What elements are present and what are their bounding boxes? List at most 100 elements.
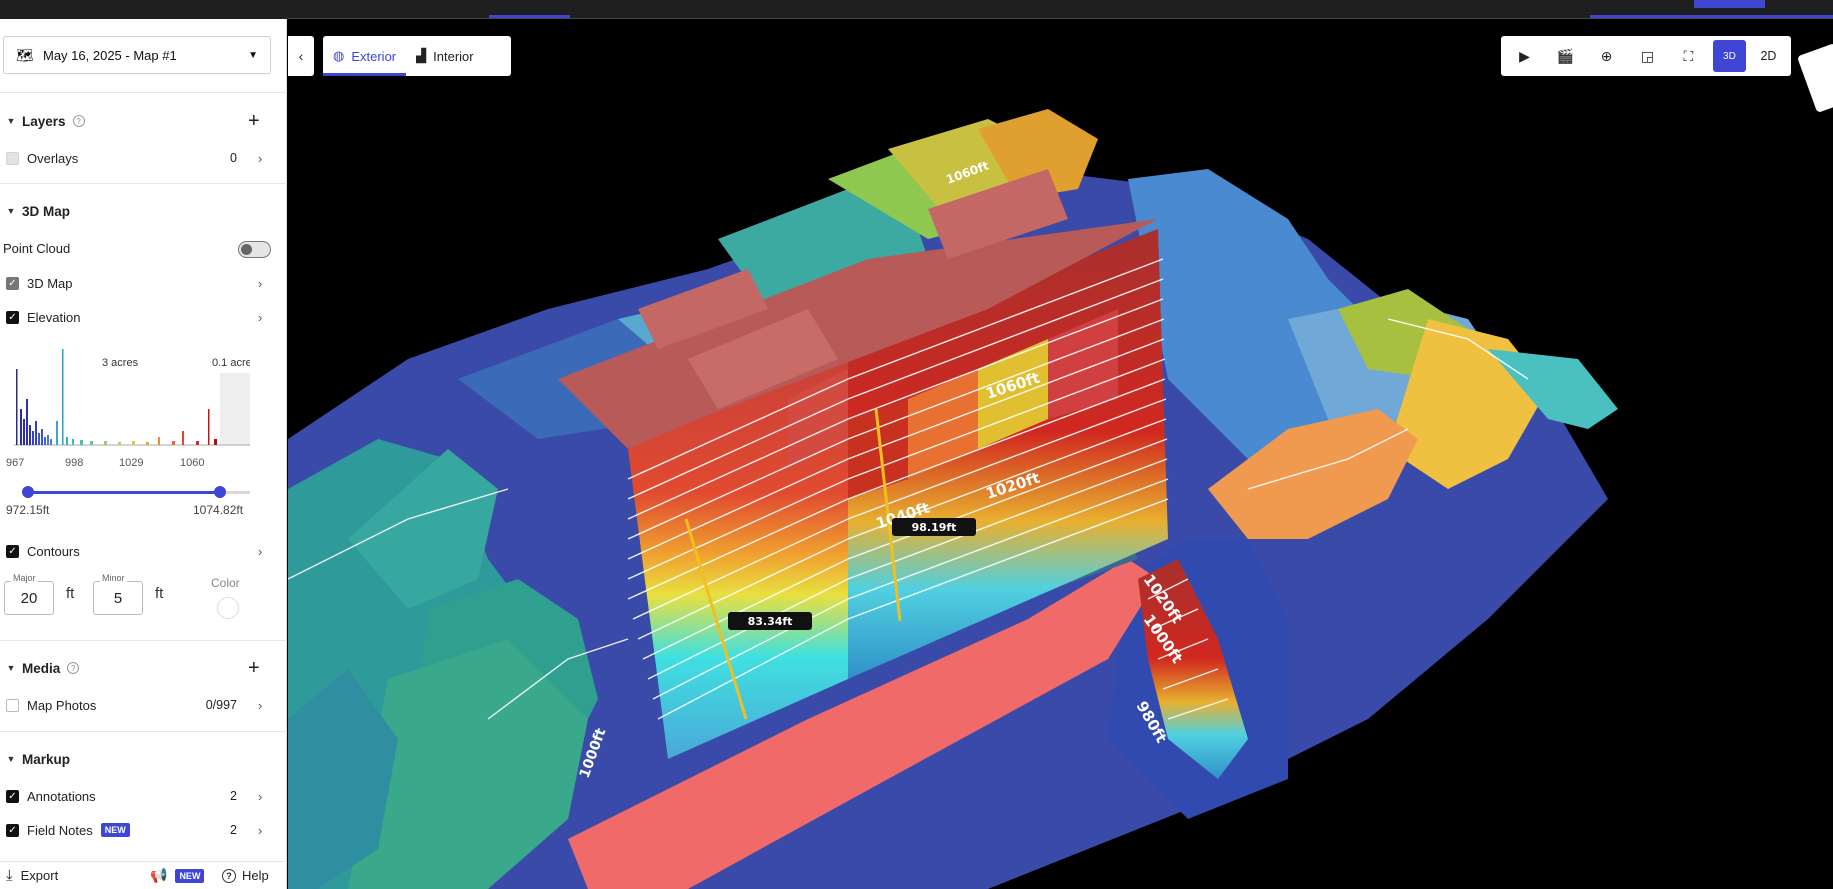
elevation-checkbox[interactable]: ✓ bbox=[6, 310, 19, 324]
elevation-range-min-value: 972.15ft bbox=[6, 503, 50, 517]
map-3d-render[interactable]: 1060ft 1020ft 1040ft 1020ft 1000ft 980ft… bbox=[288, 19, 1833, 889]
histogram-tick: 1060 bbox=[180, 457, 205, 469]
layers-section-header[interactable]: ▼ Layers ? + bbox=[0, 109, 287, 133]
tab-exterior[interactable]: ◍ Exterior bbox=[323, 36, 407, 76]
histogram-tick: 967 bbox=[6, 457, 25, 469]
divider bbox=[0, 731, 287, 732]
point-cloud-toggle[interactable] bbox=[238, 241, 271, 258]
play-button[interactable]: ▶ bbox=[1508, 40, 1541, 72]
major-interval-input[interactable]: Major 20 bbox=[4, 572, 54, 615]
contours-checkbox[interactable]: ✓ bbox=[6, 544, 19, 558]
mode-2d-button[interactable]: 2D bbox=[1754, 40, 1783, 72]
map-photos-label: Map Photos bbox=[27, 697, 97, 713]
minor-interval-input[interactable]: Minor 5 bbox=[93, 572, 143, 615]
chevron-right-icon[interactable]: › bbox=[258, 823, 262, 838]
contour-color-label: Color bbox=[211, 576, 240, 590]
elevation-range-min-handle[interactable] bbox=[22, 486, 34, 498]
globe-icon: ◍ bbox=[333, 48, 345, 63]
clapperboard-icon: 🎬 bbox=[1556, 47, 1575, 64]
contours-row[interactable]: ✓ Contours › bbox=[0, 539, 287, 563]
annotations-count: 2 bbox=[230, 789, 237, 803]
add-layer-button[interactable]: + bbox=[248, 111, 260, 131]
tab-exterior-label: Exterior bbox=[351, 48, 397, 64]
overlays-label: Overlays bbox=[27, 150, 79, 166]
sidebar-footer: ⤓ Export 📢 NEW ? Help bbox=[0, 861, 287, 889]
mode-3d-button[interactable]: 3D bbox=[1712, 40, 1746, 72]
overlays-count: 0 bbox=[230, 151, 237, 165]
layers-title: Layers bbox=[22, 113, 66, 129]
viewer-toolbar: ▶ 🎬 ⊕ ◲ ⛶ 3D 2D bbox=[1501, 36, 1791, 76]
help-button[interactable]: ? Help bbox=[222, 868, 269, 883]
overlays-row[interactable]: Overlays 0 › bbox=[0, 146, 287, 170]
media-section-header[interactable]: ▼ Media ? + bbox=[0, 656, 287, 680]
picture-in-picture-icon: ◲ bbox=[1640, 47, 1655, 64]
video-button[interactable]: 🎬 bbox=[1549, 40, 1582, 72]
help-circle-icon[interactable]: ? bbox=[67, 662, 80, 674]
major-unit-label: ft bbox=[66, 585, 75, 602]
mode-3d-label: 3D bbox=[1723, 50, 1736, 62]
measurement-label-b[interactable]: 98.19ft bbox=[892, 518, 976, 536]
map3d-section-header[interactable]: ▼ 3D Map bbox=[0, 199, 287, 223]
megaphone-icon: 📢 bbox=[150, 867, 168, 883]
map-photos-count: 0/997 bbox=[205, 698, 237, 712]
collapse-triangle-icon: ▼ bbox=[6, 206, 16, 216]
chevron-down-icon: ▼ bbox=[248, 49, 258, 61]
fullscreen-icon: ⛶ bbox=[1683, 47, 1694, 64]
map3d-title: 3D Map bbox=[22, 203, 71, 219]
histogram-tick: 1029 bbox=[119, 457, 144, 469]
elevation-row[interactable]: ✓ Elevation › bbox=[0, 305, 287, 329]
measurement-label-a[interactable]: 83.34ft bbox=[728, 612, 812, 630]
annotations-row[interactable]: ✓ Annotations 2 › bbox=[0, 784, 287, 808]
chevron-right-icon[interactable]: › bbox=[258, 698, 262, 713]
elevation-range-max-handle[interactable] bbox=[214, 486, 226, 498]
collapse-triangle-icon: ▼ bbox=[6, 116, 16, 126]
tab-interior[interactable]: ▟ Interior bbox=[406, 36, 483, 76]
picture-in-picture-button[interactable]: ◲ bbox=[1631, 40, 1664, 72]
divider bbox=[0, 92, 287, 93]
collapse-sidebar-button[interactable]: ‹ bbox=[288, 36, 314, 76]
announcements-button[interactable]: 📢 NEW bbox=[150, 867, 205, 884]
major-interval-value: 20 bbox=[20, 590, 38, 607]
minor-unit-label: ft bbox=[155, 585, 164, 602]
major-interval-caption: Major bbox=[11, 572, 38, 584]
chevron-right-icon[interactable]: › bbox=[258, 544, 262, 559]
help-circle-icon[interactable]: ? bbox=[72, 115, 85, 127]
fullscreen-button[interactable]: ⛶ bbox=[1672, 40, 1705, 72]
map-photos-checkbox[interactable] bbox=[6, 698, 19, 712]
help-label: Help bbox=[242, 868, 269, 883]
add-media-button[interactable]: + bbox=[248, 658, 260, 678]
map-3d-viewport[interactable]: 1060ft 1020ft 1040ft 1020ft 1000ft 980ft… bbox=[288, 19, 1833, 889]
elevation-label: Elevation bbox=[27, 309, 81, 325]
elevation-histogram: 3 acres 0.1 acre bbox=[14, 349, 250, 449]
contour-color-swatch[interactable] bbox=[217, 597, 239, 619]
map-flag-icon: 🗺 bbox=[16, 46, 34, 63]
zoom-in-icon: ⊕ bbox=[1600, 47, 1613, 64]
map-photos-row[interactable]: Map Photos 0/997 › bbox=[0, 693, 287, 717]
chevron-right-icon[interactable]: › bbox=[258, 310, 262, 325]
histogram-range-shade bbox=[220, 373, 250, 445]
map3d-row[interactable]: ✓ 3D Map › bbox=[0, 271, 287, 295]
field-notes-row[interactable]: ✓ Field Notes NEW 2 › bbox=[0, 818, 287, 842]
zoom-button[interactable]: ⊕ bbox=[1590, 40, 1623, 72]
tab-interior-label: Interior bbox=[433, 48, 474, 64]
map-version-select[interactable]: 🗺 May 16, 2025 - Map #1 ▼ bbox=[3, 36, 271, 74]
field-notes-count: 2 bbox=[230, 823, 237, 837]
field-notes-checkbox[interactable]: ✓ bbox=[6, 823, 19, 837]
point-cloud-row: Point Cloud bbox=[0, 236, 287, 260]
top-accent-button[interactable] bbox=[1694, 0, 1765, 8]
view-tabs: ◍ Exterior ▟ Interior bbox=[323, 36, 511, 76]
divider bbox=[0, 640, 287, 641]
map3d-checkbox[interactable]: ✓ bbox=[6, 276, 19, 290]
chevron-right-icon[interactable]: › bbox=[258, 276, 262, 291]
export-button[interactable]: ⤓ Export bbox=[6, 867, 58, 884]
elevation-range-max-value: 1074.82ft bbox=[193, 503, 244, 517]
annotations-checkbox[interactable]: ✓ bbox=[6, 789, 19, 803]
markup-section-header[interactable]: ▼ Markup bbox=[0, 747, 287, 771]
histogram-annotation-right: 0.1 acre bbox=[212, 357, 250, 369]
new-badge: NEW bbox=[175, 868, 205, 883]
chevron-right-icon[interactable]: › bbox=[258, 789, 262, 804]
top-bar bbox=[0, 0, 1833, 19]
chevron-right-icon[interactable]: › bbox=[258, 151, 262, 166]
overlays-checkbox[interactable] bbox=[6, 151, 19, 165]
divider bbox=[0, 183, 287, 184]
